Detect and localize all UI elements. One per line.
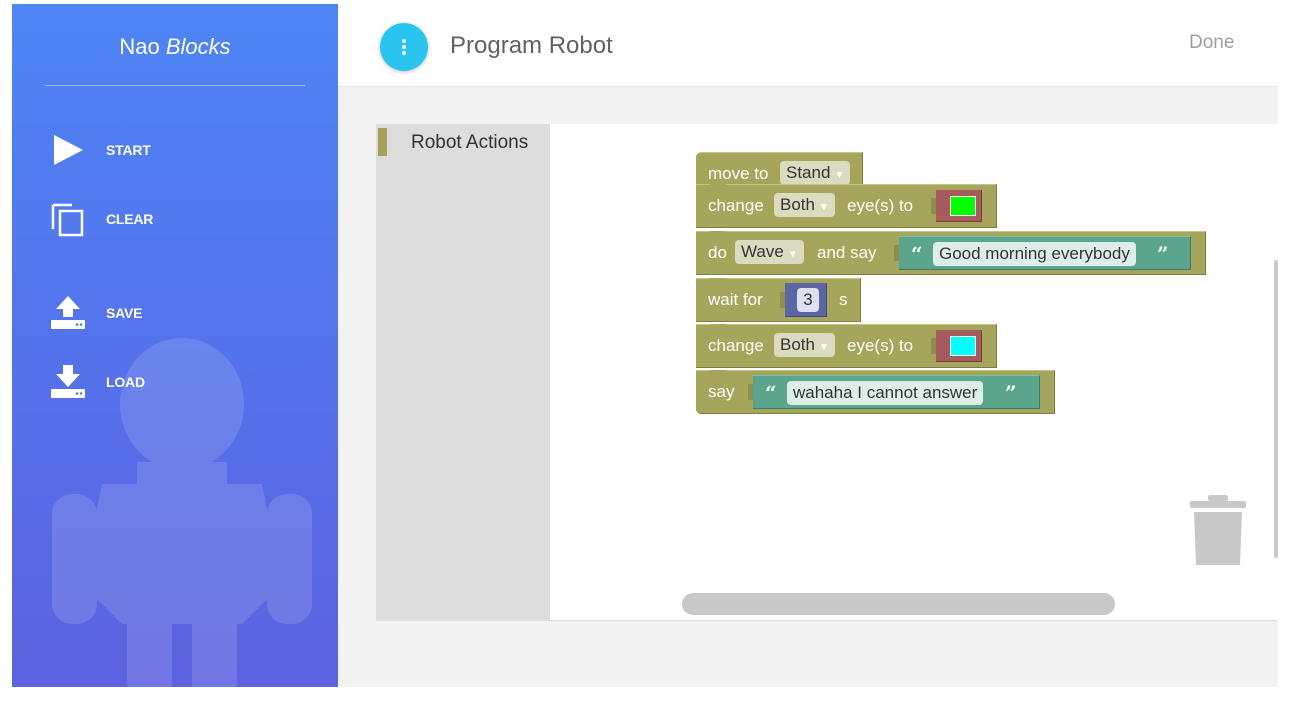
sidebar-item-label: SAVE bbox=[106, 305, 143, 321]
sidebar-item-clear[interactable]: CLEAR bbox=[50, 201, 290, 237]
chevron-down-icon: ▼ bbox=[818, 342, 829, 353]
colour-picker-block[interactable] bbox=[936, 330, 982, 362]
colour-swatch[interactable] bbox=[950, 336, 976, 356]
block-text: and say bbox=[817, 243, 877, 262]
do-and-say-block[interactable]: do Wave ▼ and say “ Good morning everybod… bbox=[696, 231, 1206, 275]
change-eyes-block[interactable]: change Both ▼ eye(s) to bbox=[696, 184, 997, 228]
app-title: Nao Blocks bbox=[12, 34, 338, 60]
sidebar-divider bbox=[45, 85, 305, 86]
blocks-canvas[interactable]: move to Stand ▼ change Both ▼ eye(s) to do… bbox=[550, 124, 1278, 620]
block-text: do bbox=[708, 243, 727, 262]
open-quote-icon: “ bbox=[765, 381, 777, 405]
block-text: move to bbox=[708, 164, 769, 183]
block-text: change bbox=[708, 336, 764, 355]
horizontal-scrollbar[interactable] bbox=[682, 593, 1115, 615]
change-eyes-block[interactable]: change Both ▼ eye(s) to bbox=[696, 324, 997, 368]
action-dropdown[interactable]: Wave ▼ bbox=[735, 240, 804, 264]
say-text-field[interactable]: wahaha I cannot answer bbox=[787, 381, 984, 405]
colour-picker-block[interactable] bbox=[936, 190, 982, 222]
app-title-italic: Blocks bbox=[165, 34, 231, 59]
app-title-main: Nao bbox=[119, 34, 160, 59]
sidebar-item-load[interactable]: LOAD bbox=[50, 364, 290, 400]
toolbox-category-robot-actions[interactable]: Robot Actions bbox=[376, 124, 550, 162]
play-icon bbox=[54, 135, 83, 165]
block-text: wait for bbox=[708, 290, 763, 309]
block-text: eye(s) to bbox=[847, 336, 914, 355]
category-label: Robot Actions bbox=[411, 132, 529, 153]
sidebar: Nao Blocks START CLEAR SAVE LOAD bbox=[12, 4, 338, 687]
copy-icon bbox=[51, 203, 84, 237]
chevron-down-icon: ▼ bbox=[787, 249, 798, 260]
text-block[interactable]: “ wahaha I cannot answer ” bbox=[753, 375, 1040, 409]
block-text: eye(s) to bbox=[847, 196, 914, 215]
sidebar-item-label: CLEAR bbox=[106, 211, 154, 227]
open-quote-icon: “ bbox=[911, 242, 923, 266]
blockly-workspace: Robot Actions move to Stand ▼ change Both… bbox=[376, 124, 1278, 621]
wait-block[interactable]: wait for 3 s bbox=[696, 278, 861, 322]
block-text: say bbox=[708, 382, 735, 401]
eye-side-dropdown[interactable]: Both ▼ bbox=[774, 333, 835, 357]
block-text: s bbox=[839, 290, 848, 309]
sidebar-item-save[interactable]: SAVE bbox=[50, 295, 290, 331]
block-text: change bbox=[708, 196, 764, 215]
trash-can-icon[interactable] bbox=[1190, 495, 1246, 567]
download-icon bbox=[51, 365, 85, 398]
more-vertical-icon[interactable] bbox=[380, 23, 428, 71]
chevron-down-icon: ▼ bbox=[834, 170, 845, 181]
wait-seconds-field[interactable]: 3 bbox=[797, 288, 819, 312]
sidebar-item-label: START bbox=[106, 142, 151, 158]
sidebar-item-label: LOAD bbox=[106, 374, 145, 390]
done-button[interactable]: Done bbox=[1189, 32, 1234, 54]
close-quote-icon: ” bbox=[1005, 381, 1017, 405]
eye-side-dropdown[interactable]: Both ▼ bbox=[774, 193, 835, 217]
text-block[interactable]: “ Good morning everybody ” bbox=[899, 236, 1191, 270]
say-block[interactable]: say “ wahaha I cannot answer ” bbox=[696, 370, 1055, 414]
vertical-scrollbar[interactable] bbox=[1274, 260, 1278, 558]
number-block[interactable]: 3 bbox=[785, 283, 827, 317]
chevron-down-icon: ▼ bbox=[818, 202, 829, 213]
toolbox: Robot Actions bbox=[376, 124, 550, 620]
page-title: Program Robot bbox=[450, 32, 613, 59]
close-quote-icon: ” bbox=[1157, 242, 1169, 266]
top-header: Program Robot Done bbox=[338, 4, 1278, 87]
upload-icon bbox=[51, 296, 85, 329]
category-color-marker bbox=[378, 128, 387, 156]
colour-swatch[interactable] bbox=[950, 196, 976, 216]
say-text-field[interactable]: Good morning everybody bbox=[933, 242, 1136, 266]
posture-dropdown[interactable]: Stand ▼ bbox=[780, 161, 851, 185]
sidebar-item-start[interactable]: START bbox=[50, 132, 290, 168]
